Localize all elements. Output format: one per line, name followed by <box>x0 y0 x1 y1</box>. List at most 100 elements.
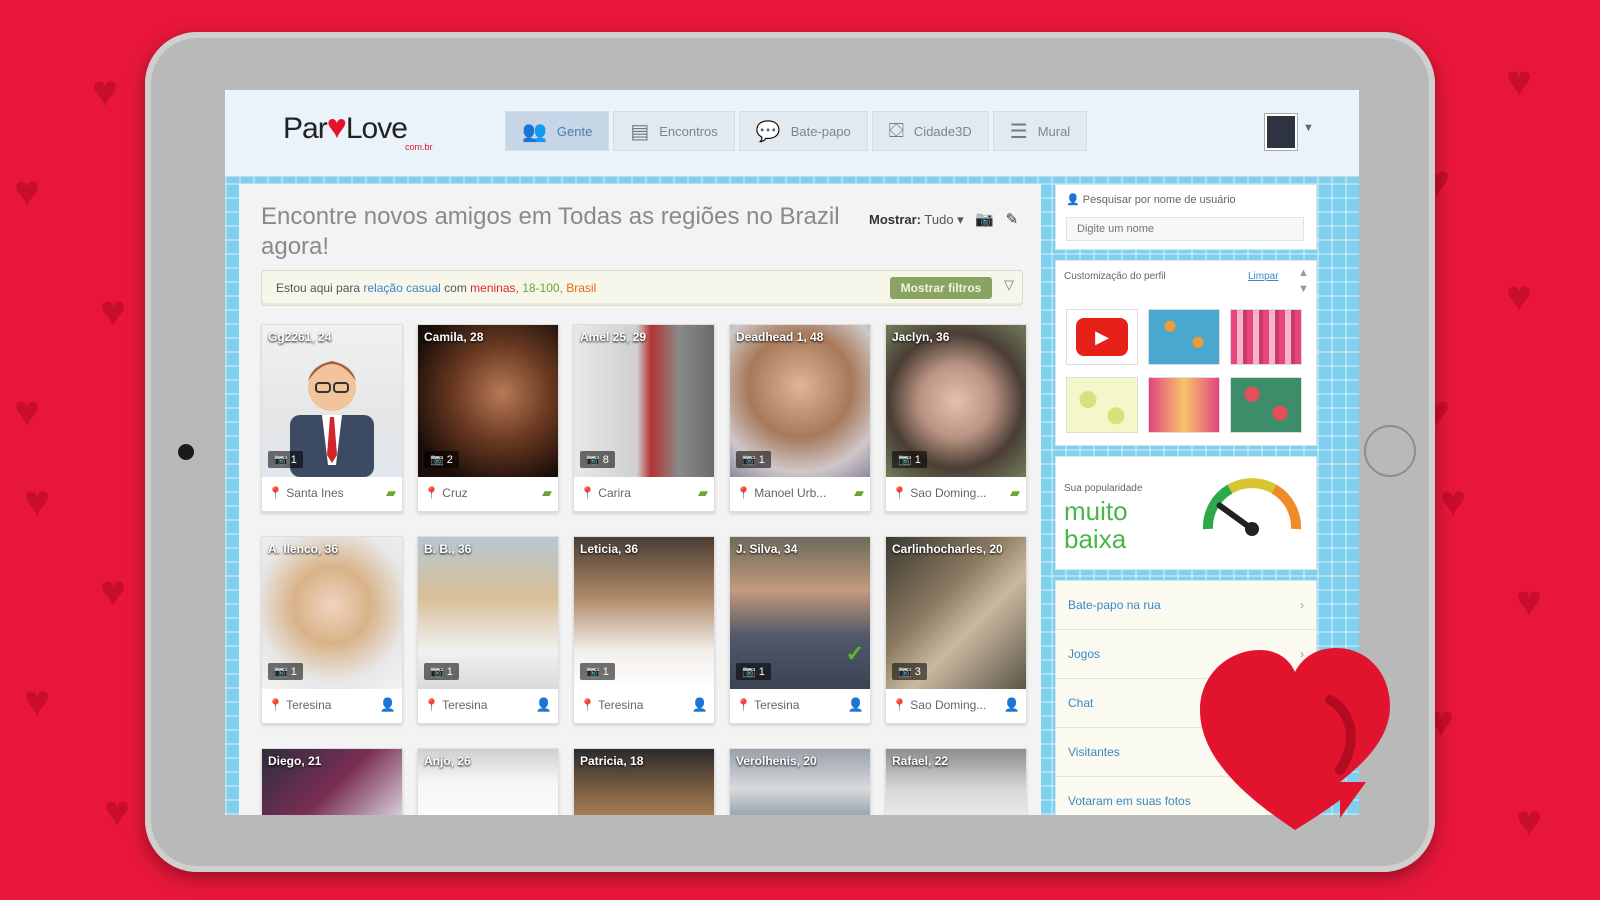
location-text: Cruz <box>442 486 468 500</box>
add-friend-icon[interactable]: 👤 <box>1004 697 1020 713</box>
clear-customization-link[interactable]: Limpar <box>1248 271 1279 282</box>
nav-mural[interactable]: ☰ Mural <box>992 111 1088 151</box>
nav-encontros[interactable]: ▤ Encontros <box>613 111 735 151</box>
photo-count-value: 1 <box>290 666 297 678</box>
scroll-arrows[interactable]: ▲ ▼ <box>1298 265 1309 297</box>
profile-card[interactable]: Amel 25, 29 📷 8 📍 Carira ▰ <box>573 324 715 512</box>
background-heart-icon: ♥ <box>1506 272 1533 321</box>
background-heart-icon: ♥ <box>1506 57 1533 106</box>
photo-count: 📷 1 <box>736 451 771 468</box>
logo-heart-icon: ♥ <box>326 108 347 146</box>
profile-card[interactable]: Jaclyn, 36 📷 1 📍 Sao Doming... ▰ <box>885 324 1027 512</box>
profile-card[interactable]: Patricia, 18 <box>573 748 715 815</box>
theme-swatch[interactable] <box>1230 377 1302 433</box>
profile-name[interactable]: Deadhead 1, 48 <box>736 330 823 344</box>
add-friend-icon[interactable]: 👤 <box>536 697 552 713</box>
profile-card[interactable]: Deadhead 1, 48 📷 1 📍 Manoel Urb... ▰ <box>729 324 871 512</box>
show-value[interactable]: Tudo ▾ <box>924 212 963 227</box>
nav-bate-papo[interactable]: 💬 Bate-papo <box>738 111 868 151</box>
menu-label: Jogos <box>1068 647 1101 661</box>
background-heart-icon: ♥ <box>1516 577 1543 626</box>
nav-gente[interactable]: 👥 Gente <box>505 111 610 151</box>
profile-name[interactable]: J. Silva, 34 <box>736 542 797 556</box>
nav-cidade3d[interactable]: ⛋ Cidade3D <box>871 111 989 151</box>
profile-name[interactable]: Gg2261, 24 <box>268 330 331 344</box>
arrow-down-icon[interactable]: ▼ <box>1298 281 1309 297</box>
profile-name[interactable]: Amel 25, 29 <box>580 330 646 344</box>
theme-swatch[interactable] <box>1066 377 1138 433</box>
theme-swatch[interactable] <box>1148 377 1220 433</box>
show-filters-button[interactable]: Mostrar filtros <box>890 277 992 299</box>
profile-name[interactable]: Diego, 21 <box>268 754 321 768</box>
profile-name[interactable]: Carlinhocharles, 20 <box>892 542 1003 556</box>
popularity-value: muito baixa <box>1064 496 1128 554</box>
profile-card[interactable]: Camila, 28 📷 2 📍 Cruz ▰ <box>417 324 559 512</box>
chat-icon[interactable]: ▰ <box>386 485 396 501</box>
user-avatar[interactable] <box>1265 114 1297 150</box>
profile-card[interactable]: A. Ilenco, 36 📷 1 📍 Teresina 👤 <box>261 536 403 724</box>
verified-check-icon: ✓ <box>845 641 864 666</box>
chevron-down-icon[interactable]: ▼ <box>1303 122 1314 134</box>
people-icon: 👥 <box>522 120 547 143</box>
page-title: Encontre novos amigos em Todas as regiõe… <box>261 203 840 260</box>
search-label-text: Pesquisar por nome de usuário <box>1082 194 1236 206</box>
background-heart-icon: ♥ <box>14 387 41 436</box>
profile-name[interactable]: Verolhenis, 20 <box>736 754 817 768</box>
filter-ages[interactable]: 18-100, <box>522 281 563 295</box>
arrow-up-icon[interactable]: ▲ <box>1298 265 1309 281</box>
profile-name[interactable]: B. B., 36 <box>424 542 471 556</box>
profile-card[interactable]: Verolhenis, 20 <box>729 748 871 815</box>
camera-icon[interactable]: 📷 <box>975 211 994 228</box>
profile-card[interactable]: B. B., 36 📷 1 📍 Teresina 👤 <box>417 536 559 724</box>
show-filter[interactable]: Mostrar: Tudo ▾ 📷 ✎ <box>869 210 1018 228</box>
filter-summary: Estou aqui para relação casual com menin… <box>276 281 596 295</box>
profile-name[interactable]: Patricia, 18 <box>580 754 643 768</box>
chat-icon[interactable]: ▰ <box>1010 485 1020 501</box>
background-heart-icon: ♥ <box>92 67 119 116</box>
menu-item-bate-papo-na-rua[interactable]: Bate-papo na rua › <box>1056 581 1316 630</box>
show-label: Mostrar: <box>869 212 922 227</box>
youtube-theme-swatch[interactable]: ▶ <box>1066 309 1138 365</box>
username-search-input[interactable] <box>1066 217 1304 241</box>
profile-name[interactable]: Jaclyn, 36 <box>892 330 949 344</box>
add-friend-icon[interactable]: 👤 <box>848 697 864 713</box>
filter-dropdown-icon[interactable]: ▽ <box>1004 277 1014 293</box>
chat-icon[interactable]: ▰ <box>854 485 864 501</box>
search-label: 👤 Pesquisar por nome de usuário <box>1066 194 1236 206</box>
profile-card[interactable]: Leticia, 36 📷 1 📍 Teresina 👤 <box>573 536 715 724</box>
profile-card[interactable]: Rafael, 22 <box>885 748 1027 815</box>
profile-name[interactable]: Anjo, 26 <box>424 754 471 768</box>
profile-name[interactable]: A. Ilenco, 36 <box>268 542 338 556</box>
add-friend-icon[interactable]: 👤 <box>692 697 708 713</box>
edit-icon[interactable]: ✎ <box>1006 211 1019 228</box>
chat-icon[interactable]: ▰ <box>698 485 708 501</box>
theme-swatch[interactable] <box>1148 309 1220 365</box>
popularity-gauge <box>1202 478 1302 536</box>
photo-count: 📷 1 <box>892 451 927 468</box>
filter-bar: Estou aqui para relação casual com menin… <box>261 270 1023 306</box>
parlove-logo[interactable]: Par♥Love com.br <box>283 108 433 152</box>
profile-card[interactable]: Gg2261, 24 📷 1 📍 Santa Ines ▰ <box>261 324 403 512</box>
profile-location: 📍 Manoel Urb... <box>736 486 827 500</box>
profile-card[interactable]: Carlinhocharles, 20 📷 3 📍 Sao Doming... … <box>885 536 1027 724</box>
background-heart-icon: ♥ <box>1516 797 1543 846</box>
location-text: Teresina <box>598 698 644 712</box>
filter-intent[interactable]: relação casual <box>363 281 440 295</box>
profile-customization-panel: Customização do perfil Limpar ▲ ▼ ▶ <box>1055 260 1317 446</box>
tablet-camera <box>178 444 194 460</box>
filter-place[interactable]: Brasil <box>566 281 596 295</box>
profile-card[interactable]: Anjo, 26 <box>417 748 559 815</box>
tablet-home-button[interactable] <box>1364 425 1416 477</box>
profile-name[interactable]: Rafael, 22 <box>892 754 948 768</box>
list-icon: ☰ <box>1009 120 1028 143</box>
add-friend-icon[interactable]: 👤 <box>380 697 396 713</box>
profile-card[interactable]: J. Silva, 34 ✓ 📷 1 📍 Teresina 👤 <box>729 536 871 724</box>
profile-name[interactable]: Camila, 28 <box>424 330 483 344</box>
profile-location: 📍 Teresina <box>424 698 488 712</box>
profile-name[interactable]: Leticia, 36 <box>580 542 638 556</box>
chat-icon[interactable]: ▰ <box>542 485 552 501</box>
filter-who[interactable]: meninas, <box>470 281 519 295</box>
theme-swatch[interactable] <box>1230 309 1302 365</box>
3d-icon: ⛋ <box>888 119 904 142</box>
profile-card[interactable]: Diego, 21 <box>261 748 403 815</box>
